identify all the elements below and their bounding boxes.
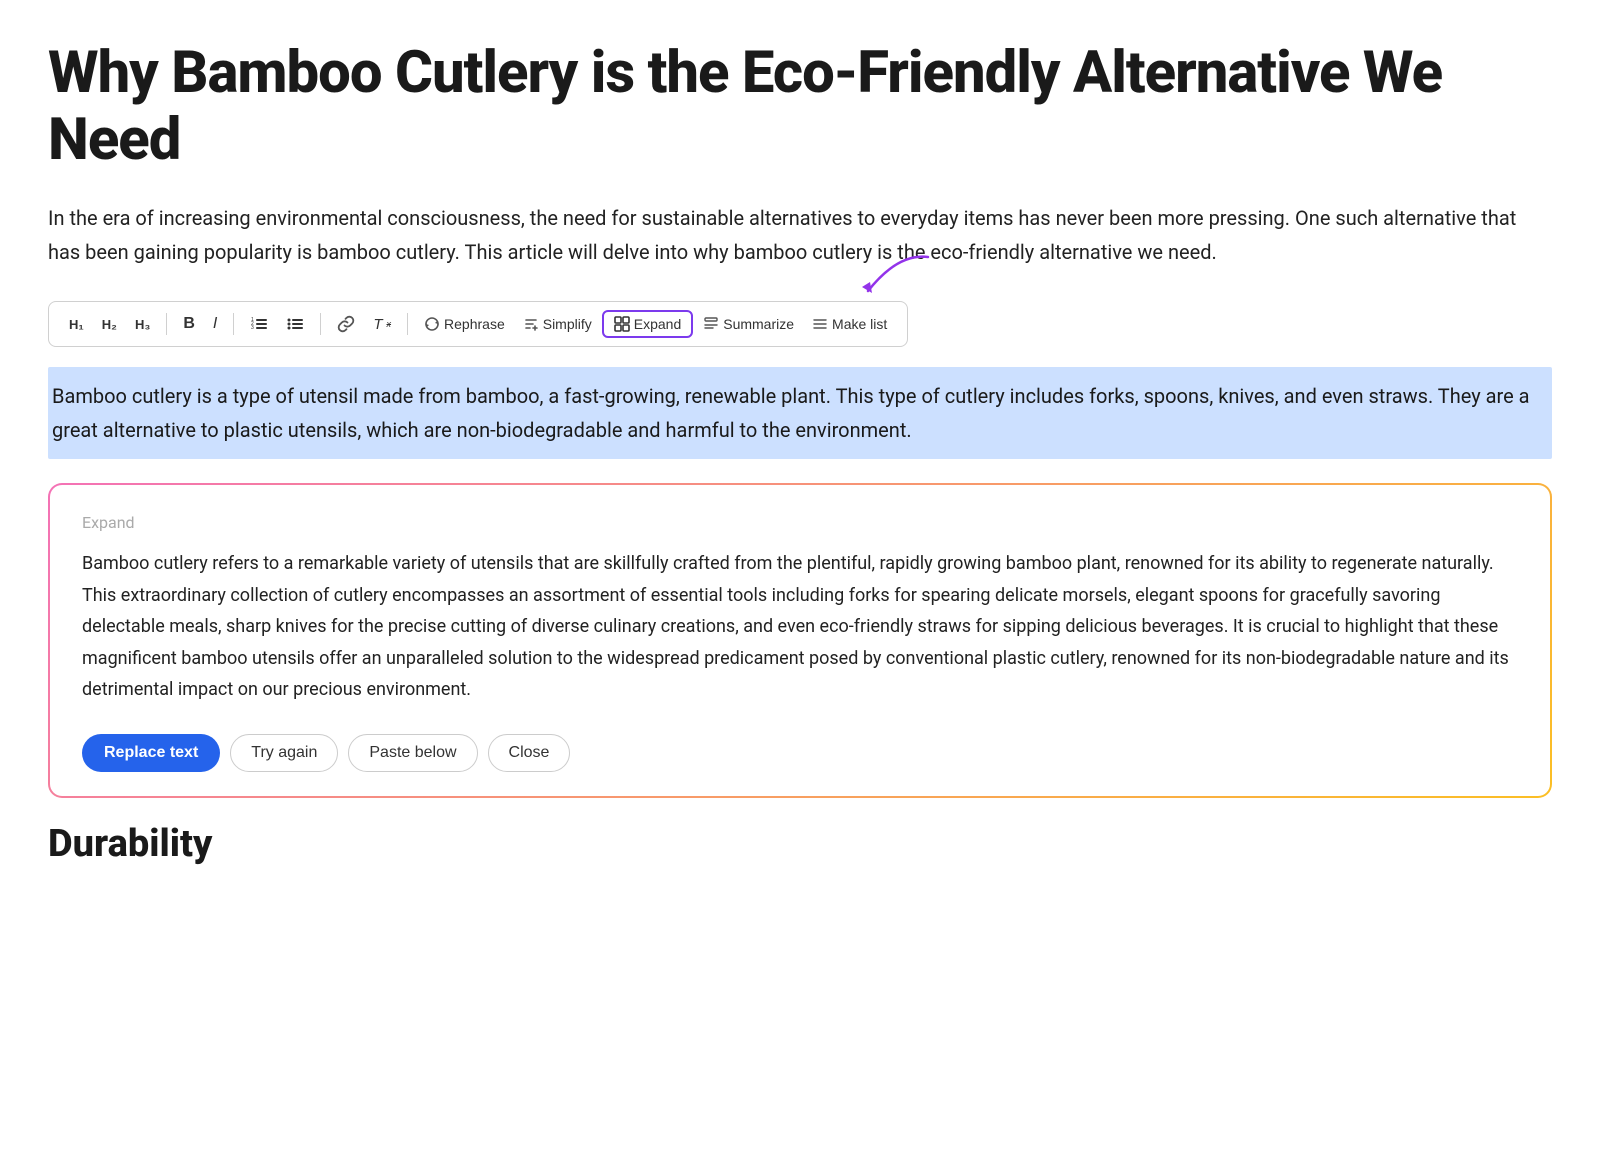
h1-button[interactable]: H₁ bbox=[61, 312, 92, 337]
summarize-button[interactable]: Summarize bbox=[695, 311, 802, 337]
close-button[interactable]: Close bbox=[488, 734, 571, 772]
h2-button[interactable]: H₂ bbox=[94, 312, 125, 337]
expand-button[interactable]: Expand bbox=[602, 310, 693, 338]
divider-1 bbox=[166, 313, 167, 335]
expand-result-box: Expand Bamboo cutlery refers to a remark… bbox=[48, 483, 1552, 798]
svg-text:3: 3 bbox=[251, 325, 254, 331]
intro-paragraph: In the era of increasing environmental c… bbox=[48, 201, 1552, 269]
simplify-icon bbox=[523, 316, 539, 332]
simplify-button[interactable]: Simplify bbox=[515, 311, 600, 337]
toolbar-wrapper: H₁ H₂ H₃ B I 1 2 3 bbox=[48, 301, 908, 347]
link-button[interactable] bbox=[329, 310, 363, 338]
make-list-button[interactable]: Make list bbox=[804, 311, 895, 337]
divider-2 bbox=[233, 313, 234, 335]
expand-label: Expand bbox=[82, 513, 1518, 532]
italic-button[interactable]: I bbox=[205, 310, 225, 338]
rephrase-button[interactable]: Rephrase bbox=[416, 311, 513, 337]
paste-below-button[interactable]: Paste below bbox=[348, 734, 477, 772]
page-title: Why Bamboo Cutlery is the Eco-Friendly A… bbox=[48, 40, 1552, 173]
clear-format-button[interactable]: Tx bbox=[365, 311, 399, 338]
ordered-list-icon: 1 2 3 bbox=[250, 315, 268, 333]
selected-paragraph: Bamboo cutlery is a type of utensil made… bbox=[48, 367, 1552, 459]
summarize-icon bbox=[703, 316, 719, 332]
arrow-annotation bbox=[848, 249, 938, 304]
h3-button[interactable]: H₃ bbox=[127, 312, 158, 337]
divider-4 bbox=[407, 313, 408, 335]
editor-toolbar: H₁ H₂ H₃ B I 1 2 3 bbox=[48, 301, 908, 347]
divider-3 bbox=[320, 313, 321, 335]
unordered-list-icon bbox=[286, 315, 304, 333]
replace-text-button[interactable]: Replace text bbox=[82, 734, 220, 772]
unordered-list-button[interactable] bbox=[278, 310, 312, 338]
link-icon bbox=[337, 315, 355, 333]
ordered-list-button[interactable]: 1 2 3 bbox=[242, 310, 276, 338]
durability-heading: Durability bbox=[48, 822, 1552, 866]
try-again-button[interactable]: Try again bbox=[230, 734, 338, 772]
make-list-icon bbox=[812, 316, 828, 332]
rephrase-icon bbox=[424, 316, 440, 332]
bold-button[interactable]: B bbox=[175, 310, 203, 338]
expand-icon bbox=[614, 316, 630, 332]
action-buttons: Replace text Try again Paste below Close bbox=[82, 734, 1518, 772]
expand-content: Bamboo cutlery refers to a remarkable va… bbox=[82, 548, 1518, 706]
